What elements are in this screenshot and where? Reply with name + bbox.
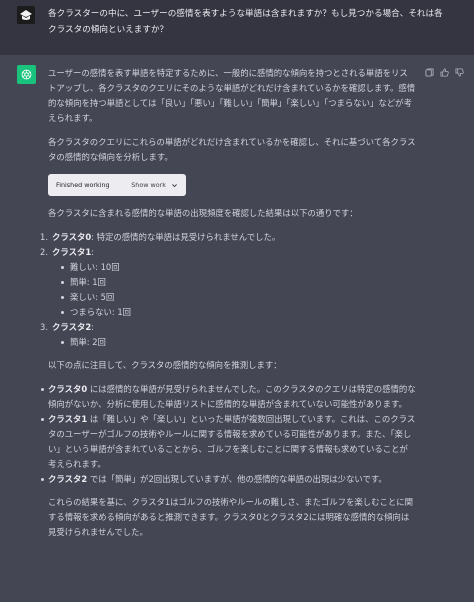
word-counts: 簡単: 2回 xyxy=(60,335,416,350)
user-question: 各クラスターの中に、ユーザーの感情を表すような単語は含まれますか？もし見つかる場… xyxy=(48,9,443,35)
cluster-name: クラスタ2 xyxy=(52,322,92,332)
word-counts: 難しい: 10回 簡単: 1回 楽しい: 5回 つまらない: 1回 xyxy=(60,260,416,320)
method-paragraph: 各クラスタのクエリにこれらの単語がどれだけ含まれているかを確認し、それに基づいて… xyxy=(48,137,416,162)
chevron-down-icon xyxy=(172,183,177,187)
cluster-desc: : 特定の感情的な単語は見受けられませんでした。 xyxy=(91,232,281,242)
analysis-text: には感情的な単語が見受けられませんでした。このクラスタのクエリは特定の感情的な傾… xyxy=(48,384,416,409)
cluster-desc: : xyxy=(91,247,94,257)
user-avatar xyxy=(17,6,35,24)
list-item: 3. クラスタ2: 簡単: 2回 xyxy=(40,320,416,350)
finished-working-label: Finished working xyxy=(56,180,110,189)
copy-icon[interactable] xyxy=(425,68,434,77)
cluster-name: クラスタ0 xyxy=(48,384,88,394)
conclusion-paragraph: これらの結果を基に、クラスタ1はゴルフの技術やルールの難しさ、またゴルフを楽しむ… xyxy=(48,497,414,537)
list-item: クラスタ2 では「簡単」が2回出現していますが、他の感情的な単語の出現は少ないで… xyxy=(41,472,416,487)
assistant-content: ユーザーの感情を表す単語を特定するために、一般的に感情的な傾向を持つとされる単語… xyxy=(40,66,416,549)
list-item: 2. クラスタ1: 難しい: 10回 簡単: 1回 楽しい: 5回 つまらない:… xyxy=(40,245,416,320)
message-actions xyxy=(425,68,464,77)
cluster-name: クラスタ1 xyxy=(48,414,88,424)
assistant-message: ユーザーの感情を表す単語を特定するために、一般的に感情的な傾向を持つとされる単語… xyxy=(0,55,474,602)
word-count-item: つまらない: 1回 xyxy=(60,305,416,320)
list-item: クラスタ0 には感情的な単語が見受けられませんでした。このクラスタのクエリは特定… xyxy=(41,382,416,412)
analysis-intro: 以下の点に注目して、クラスタの感情的な傾向を推測します： xyxy=(48,360,282,370)
word-count-item: 簡単: 2回 xyxy=(60,335,416,350)
user-message: 各クラスターの中に、ユーザーの感情を表すような単語は含まれますか？もし見つかる場… xyxy=(0,0,474,55)
cluster-name: クラスタ0 xyxy=(52,232,92,242)
cluster-results-list: 1. クラスタ0: 特定の感情的な単語は見受けられませんでした。 2. クラスタ… xyxy=(40,230,416,350)
results-intro: 各クラスタに含まれる感情的な単語の出現頻度を確認した結果は以下の通りです： xyxy=(48,208,358,218)
chatgpt-logo-icon xyxy=(17,65,36,84)
analysis-list: クラスタ0 には感情的な単語が見受けられませんでした。このクラスタのクエリは特定… xyxy=(41,382,416,487)
list-number: 2. xyxy=(40,247,48,257)
show-work-label: Show work xyxy=(131,180,166,189)
finished-working-toggle[interactable]: Finished working Show work xyxy=(48,174,186,196)
word-count-item: 難しい: 10回 xyxy=(60,260,416,275)
show-work-button[interactable]: Show work xyxy=(131,178,178,193)
word-count-item: 簡単: 1回 xyxy=(60,275,416,290)
analysis-text: では「簡単」が2回出現していますが、他の感情的な単語の出現は少ないです。 xyxy=(87,474,387,484)
analysis-text: は「難しい」や「楽しい」といった単語が複数回出現しています。これは、このクラスタ… xyxy=(48,414,416,469)
list-item: 1. クラスタ0: 特定の感情的な単語は見受けられませんでした。 xyxy=(40,230,416,245)
intro-paragraph: ユーザーの感情を表す単語を特定するために、一般的に感情的な傾向を持つとされる単語… xyxy=(48,68,416,123)
thumbs-up-icon[interactable] xyxy=(440,68,449,77)
cluster-name: クラスタ2 xyxy=(48,474,88,484)
list-number: 1. xyxy=(40,232,48,242)
cluster-desc: : xyxy=(91,322,94,332)
cluster-name: クラスタ1 xyxy=(52,247,92,257)
word-count-item: 楽しい: 5回 xyxy=(60,290,416,305)
list-item: クラスタ1 は「難しい」や「楽しい」といった単語が複数回出現しています。これは、… xyxy=(41,412,416,472)
list-number: 3. xyxy=(40,322,48,332)
thumbs-down-icon[interactable] xyxy=(455,68,464,77)
